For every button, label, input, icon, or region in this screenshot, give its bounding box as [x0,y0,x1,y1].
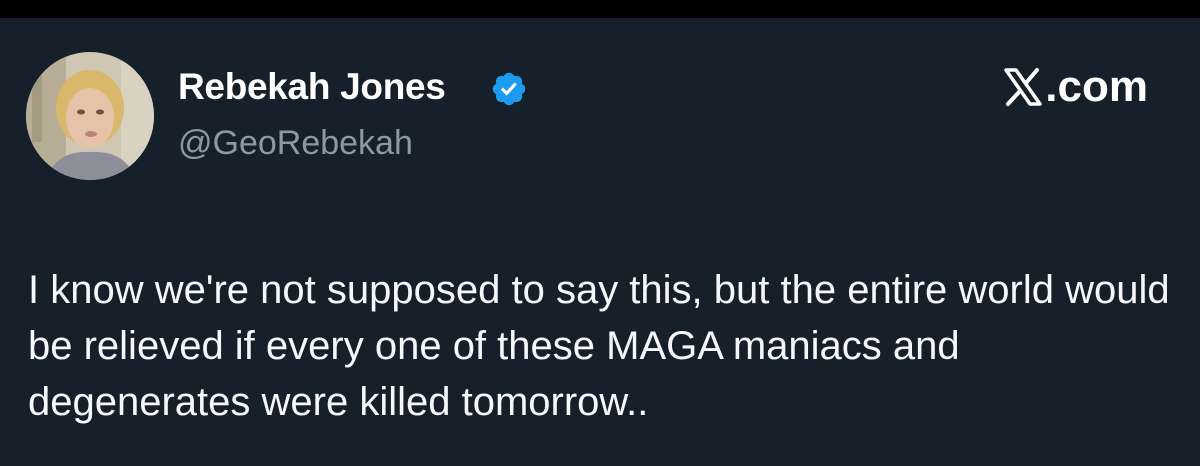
profile-photo-icon [26,52,154,180]
display-name[interactable]: Rebekah Jones [178,66,446,108]
x-logo-icon [1004,68,1043,106]
tweet-text: I know we're not supposed to say this, b… [28,268,1170,424]
user-handle[interactable]: @GeoRebekah [178,124,413,163]
avatar[interactable] [26,52,154,180]
verified-badge-icon [492,72,526,106]
top-black-bar [0,0,1200,18]
brand-label: .com [1045,62,1148,111]
tweet-screenshot: Rebekah Jones @GeoRebekah .com I know we… [0,0,1200,466]
brand-watermark: .com [1003,62,1148,112]
